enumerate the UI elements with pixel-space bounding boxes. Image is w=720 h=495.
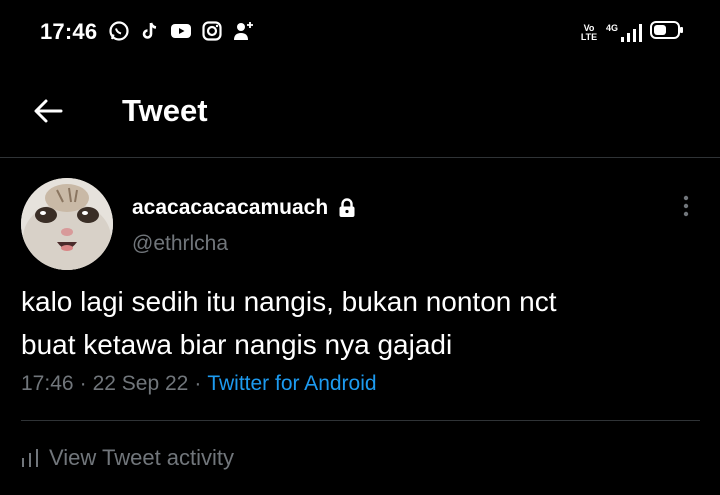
more-vertical-icon [683,195,689,217]
meta-separator: · [194,372,202,395]
notification-icons [108,20,254,42]
tweet-metadata: 17:46 · 22 Sep 22 · Twitter for Android [21,372,377,396]
display-name[interactable]: acacacacacamuach [132,196,328,220]
youtube-icon [170,20,192,42]
view-tweet-activity-button[interactable]: View Tweet activity [21,445,234,471]
volte-label: Vo LTE [580,22,598,42]
avatar[interactable] [21,178,113,270]
tiktok-icon [139,20,161,42]
bar-chart-icon [22,449,38,467]
lock-icon [338,198,356,218]
instagram-icon [201,20,223,42]
volte-icon: Vo LTE [580,22,598,42]
status-time: 17:46 [40,19,98,44]
tweet-text-line: buat ketawa biar nangis nya gajadi [21,329,453,360]
author-name-row[interactable]: acacacacacamuach [132,196,356,220]
tweet-source-link[interactable]: Twitter for Android [207,372,376,396]
add-user-icon [232,20,254,42]
whatsapp-icon [108,20,130,42]
status-bar: 17:46 Vo LTE 4G [0,0,720,62]
signal-4g-icon: 4G [606,23,642,43]
user-handle[interactable]: @ethrlcha [132,232,228,256]
tweet-text-line: kalo lagi sedih itu nangis, bukan nonton… [21,286,557,317]
more-options-button[interactable] [676,192,696,220]
tweet-date: 22 Sep 22 [92,372,189,395]
top-app-bar: Tweet [0,62,720,158]
activity-label: View Tweet activity [49,445,235,470]
tweet-time: 17:46 [21,372,74,395]
tweet-text: kalo lagi sedih itu nangis, bukan nonton… [21,280,711,366]
system-icons: Vo LTE 4G [580,20,684,45]
divider [21,420,700,421]
arrow-left-icon [34,99,63,123]
network-label: 4G [605,22,618,33]
back-button[interactable] [28,94,68,128]
page-title: Tweet [122,93,208,128]
battery-icon [650,20,684,45]
meta-separator: · [79,372,87,395]
